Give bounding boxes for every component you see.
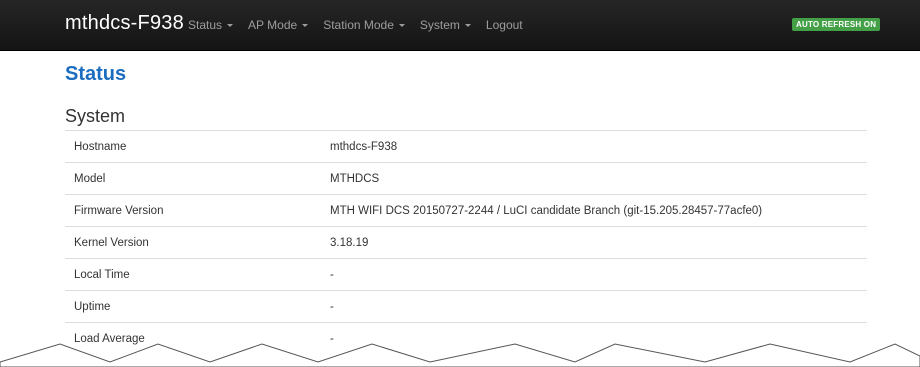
- chevron-down-icon: [227, 24, 234, 27]
- nav-logout-label: Logout: [485, 18, 523, 32]
- page-title: Status: [65, 63, 127, 85]
- row-value: mthdcs-F938: [330, 140, 398, 153]
- auto-refresh-badge[interactable]: AUTO REFRESH ON: [792, 18, 881, 31]
- nav-station-mode-label: Station Mode: [323, 18, 394, 32]
- nav-status-menu[interactable]: Status: [188, 18, 234, 32]
- row-value: -: [330, 300, 334, 313]
- nav-ap-mode-label: AP Mode: [248, 18, 298, 32]
- nav-system-menu[interactable]: System: [420, 18, 471, 32]
- top-navbar: mthdcs-F938 Status AP Mode Station Mode …: [0, 0, 920, 51]
- brand-link[interactable]: mthdcs-F938: [65, 12, 184, 35]
- section-title-system: System: [65, 106, 126, 126]
- table-row: Kernel Version 3.18.19: [65, 226, 867, 258]
- row-value: MTHDCS: [330, 172, 380, 185]
- nav-status-label: Status: [188, 18, 223, 32]
- row-value: -: [330, 268, 334, 281]
- row-value: MTH WIFI DCS 20150727-2244 / LuCI candid…: [330, 204, 763, 217]
- table-row: Uptime -: [65, 290, 867, 322]
- row-value: 3.18.19: [330, 236, 369, 249]
- row-label: Firmware Version: [74, 204, 164, 217]
- table-row: Firmware Version MTH WIFI DCS 20150727-2…: [65, 194, 867, 226]
- main-nav: Status AP Mode Station Mode System Logou…: [188, 0, 538, 50]
- table-row: Local Time -: [65, 258, 867, 290]
- table-row: Hostname mthdcs-F938: [65, 130, 867, 162]
- chevron-down-icon: [302, 24, 309, 27]
- table-row: Model MTHDCS: [65, 162, 867, 194]
- system-info-table: Hostname mthdcs-F938 Model MTHDCS Firmwa…: [65, 130, 867, 354]
- row-label: Model: [74, 172, 106, 185]
- torn-edge-divider: [0, 343, 920, 367]
- chevron-down-icon: [464, 24, 471, 27]
- nav-logout-link[interactable]: Logout: [486, 18, 523, 32]
- row-label: Kernel Version: [74, 236, 149, 249]
- nav-ap-mode-menu[interactable]: AP Mode: [248, 18, 309, 32]
- nav-station-mode-menu[interactable]: Station Mode: [323, 18, 405, 32]
- row-label: Uptime: [74, 300, 111, 313]
- nav-system-label: System: [419, 18, 460, 32]
- row-label: Local Time: [74, 268, 130, 281]
- chevron-down-icon: [398, 24, 405, 27]
- row-label: Hostname: [74, 140, 127, 153]
